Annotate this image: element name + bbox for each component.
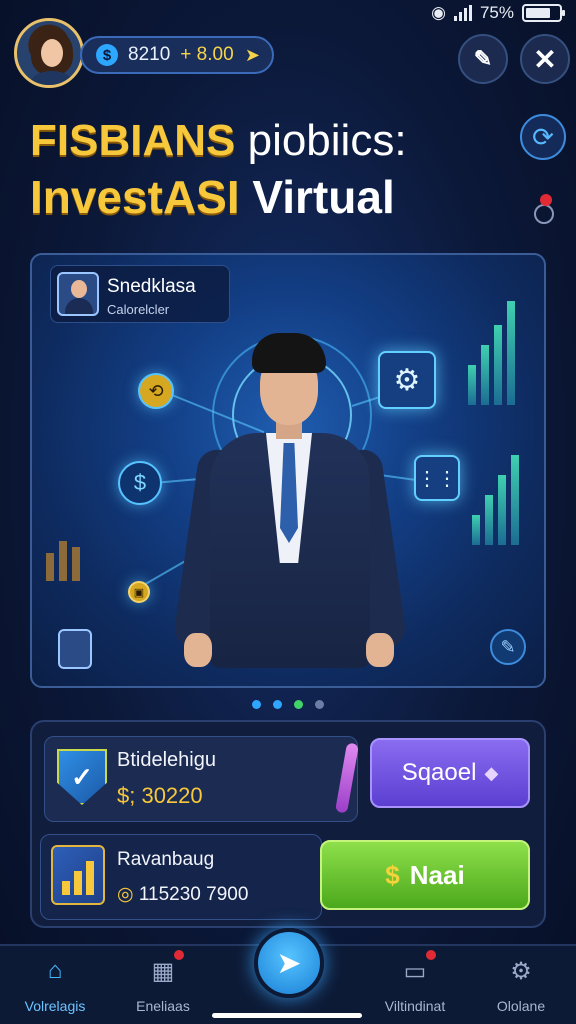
growth-chart-icon [51,845,105,905]
refresh-button[interactable]: ⟳ [520,114,566,160]
revenue-value-row: ◎ 115230 7900 [117,883,248,906]
notification-badge [172,948,186,962]
user-avatar[interactable] [14,18,84,88]
notification-badge-2 [424,948,438,962]
profile-avatar [57,272,99,316]
coin-bonus: + 8.00 [180,44,234,65]
coin-balance[interactable]: $ 8210 + 8.00 ➤ [80,36,274,74]
nav-label-3: Viltindinat [384,998,446,1014]
title-highlight-2: InvestASI [30,171,240,223]
gear-icon: ⚙ [510,957,532,985]
mini-avatar [58,629,92,669]
page-title-line1: FISBIANS piobiics: [30,116,407,166]
page-dot[interactable] [273,700,282,709]
title-rest-1: piobiics: [247,116,407,165]
nav-label-2: Eneliaas [136,998,190,1014]
nav-item-3[interactable]: ▭ Viltindinat [360,948,470,1014]
title-highlight-1: FISBIANS [30,116,236,165]
money-bag-icon: $ [385,859,400,890]
balance-value: $; 30220 [117,783,203,808]
hero-profile-subtitle: Calorelcler [107,302,170,317]
coin-icon: $ [96,44,118,66]
page-dot[interactable] [294,700,303,709]
notification-pin-icon[interactable] [534,194,556,224]
bar-chart-graphic-2 [472,445,519,545]
signal-icon [453,5,472,21]
cube-node-icon: ▣ [128,581,150,603]
edit-button[interactable]: ✎ [458,34,508,84]
corner-action-icon[interactable]: ✎ [490,629,526,665]
chevron-right-icon: ➤ [244,44,260,65]
nav-label-1: Volrelagis [24,998,86,1014]
hero-banner[interactable]: Snedklasa Calorelcler ⟲ $ ▣ ⚙ ⋮⋮ ✎ [30,253,546,688]
revenue-value: 115230 7900 [138,884,249,905]
progress-marker [335,742,359,814]
hero-profile-name: Snedklasa [107,276,196,297]
home-indicator [212,1013,362,1018]
page-title-line2: InvestASI Virtual [30,170,395,224]
page-indicator[interactable] [252,700,324,709]
revenue-title: Ravanbaug [117,849,215,870]
close-icon: ✕ [533,43,557,75]
bar-chart-graphic [468,295,515,405]
shield-check-icon: ✓ [57,749,107,805]
battery-icon [522,4,565,22]
page-dot[interactable] [252,700,261,709]
edit-icon: ✎ [473,46,493,71]
notification-icon: ◉ [431,3,446,22]
purple-action-button[interactable]: Sqaoel ◆ [370,738,530,808]
home-icon: ⌂ [47,957,63,984]
title-rest-2: Virtual [252,171,395,223]
green-action-button[interactable]: $ Naai [320,840,530,910]
revenue-card[interactable]: Ravanbaug ◎ 115230 7900 [40,834,322,920]
status-bar: ◉ 75% [431,0,576,26]
coin-symbol-icon: ◎ [117,884,134,905]
green-button-label: Naai [409,859,465,890]
send-button[interactable]: ➤ [254,928,324,998]
coin-node-icon: ⟲ [138,373,174,409]
balance-card[interactable]: ✓ Btidelehigu $; 30220 [44,736,359,822]
balance-title: Btidelehigu [117,749,216,771]
building-icon: ▦ [146,948,186,988]
building-graphic [46,531,80,581]
nav-item-4[interactable]: ⚙ Ololane [466,954,576,1015]
gem-icon: ◆ [484,762,499,783]
businessman-character [172,333,408,686]
purple-button-label: Sqaoel [401,759,477,786]
coin-value: 8210 [128,44,171,65]
book-icon: ▭ [398,948,438,988]
hero-profile-card[interactable]: Snedklasa Calorelcler [50,265,230,323]
close-button[interactable]: ✕ [520,34,570,84]
nav-item-1[interactable]: ⌂ Volrelagis [0,954,110,1014]
dollar-node-icon: $ [118,461,162,505]
battery-percent: 75% [479,3,514,22]
nav-item-2[interactable]: ▦ Eneliaas [108,948,218,1014]
nav-label-4: Ololane [496,998,546,1014]
send-icon: ➤ [276,946,302,980]
refresh-icon: ⟳ [532,121,554,152]
network-node-icon: ⋮⋮ [414,455,460,501]
page-dot[interactable] [315,700,324,709]
portfolio-panel: ✓ Btidelehigu $; 30220 Sqaoel ◆ Ravanbau… [30,720,546,928]
